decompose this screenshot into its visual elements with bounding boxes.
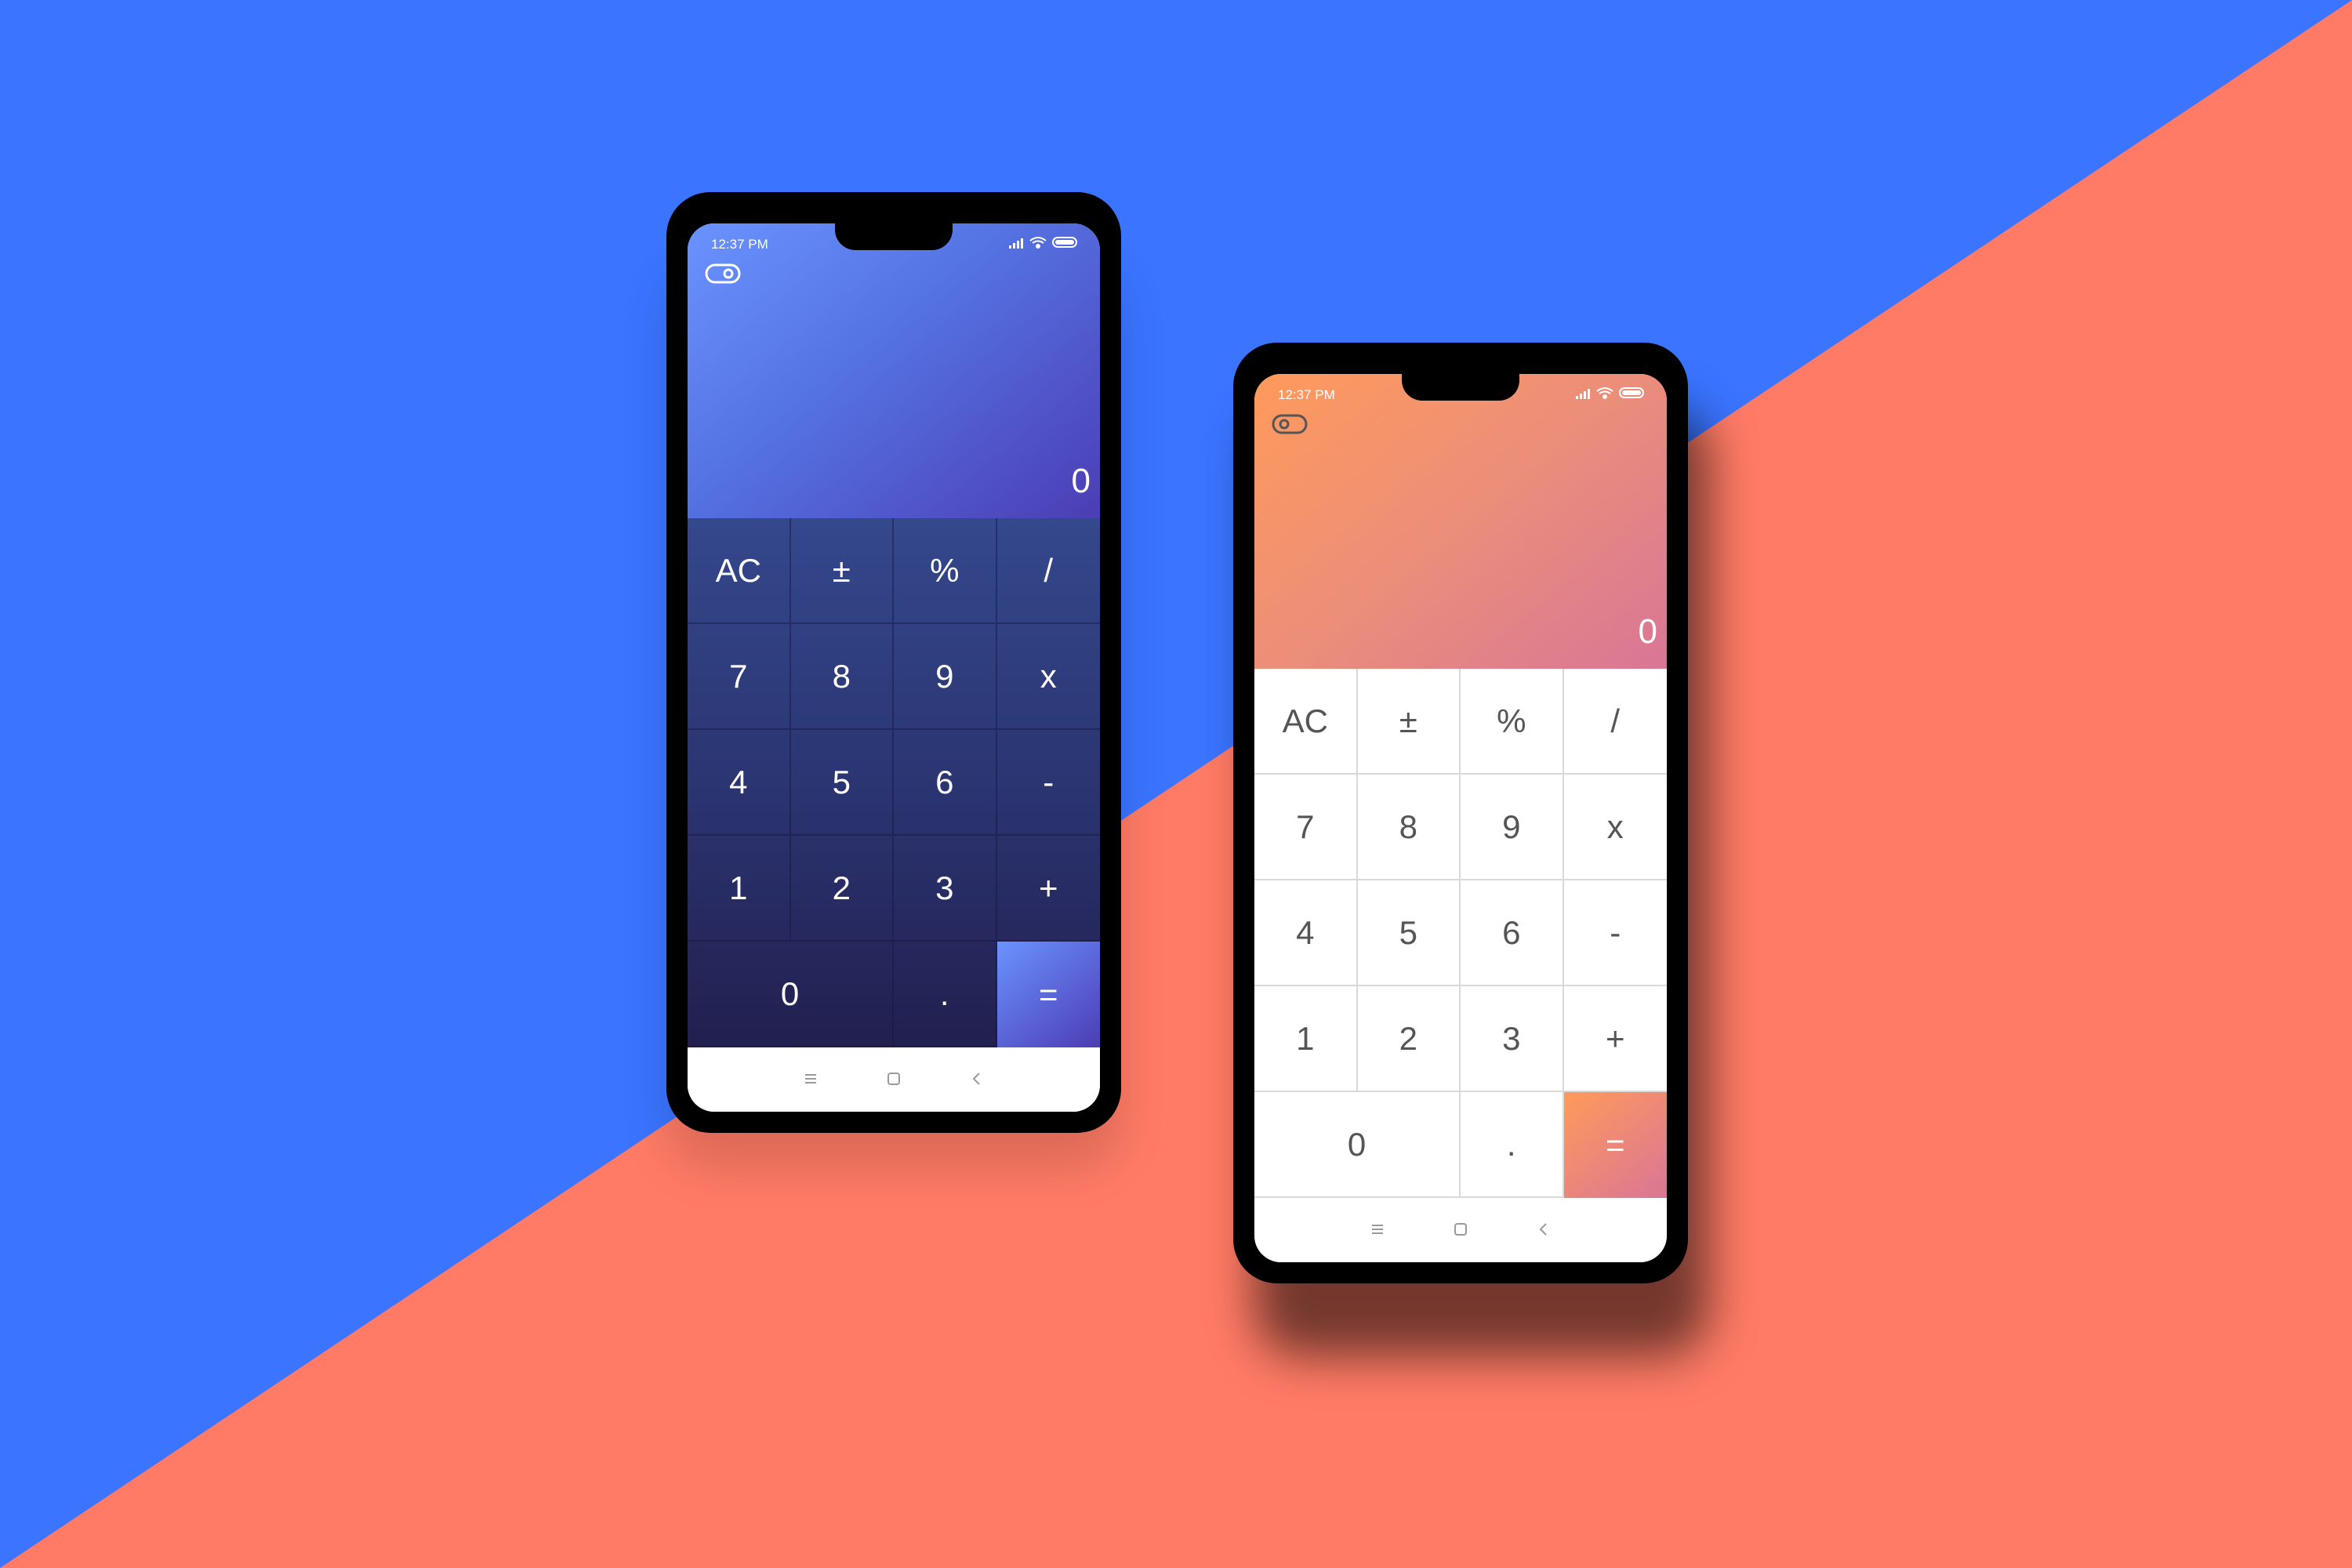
signal-icon <box>1009 238 1023 249</box>
background <box>0 0 2352 1568</box>
home-icon[interactable] <box>884 1069 904 1089</box>
key-0[interactable]: 0 <box>688 942 894 1047</box>
key-3[interactable]: 3 <box>894 836 997 942</box>
key-plus[interactable]: + <box>996 836 1100 942</box>
key-plus[interactable]: + <box>1563 986 1667 1092</box>
key-equals[interactable]: = <box>996 942 1100 1047</box>
key-percent[interactable]: % <box>894 518 997 624</box>
navigation-bar <box>688 1047 1100 1112</box>
notch <box>1402 374 1519 401</box>
home-icon[interactable] <box>1450 1219 1471 1240</box>
key-6[interactable]: 6 <box>894 730 997 836</box>
key-multiply[interactable]: x <box>1563 775 1667 880</box>
key-9[interactable]: 9 <box>1461 775 1564 880</box>
key-divide[interactable]: / <box>1563 669 1667 775</box>
menu-icon[interactable] <box>800 1069 821 1089</box>
key-1[interactable]: 1 <box>1254 986 1358 1092</box>
keypad: AC ± % / 7 8 9 x 4 5 6 - 1 2 3 + 0 . = <box>1254 669 1667 1198</box>
status-icons <box>1009 237 1077 249</box>
signal-icon <box>1576 389 1590 399</box>
navigation-bar <box>1254 1198 1667 1262</box>
key-8[interactable]: 8 <box>790 624 894 730</box>
key-4[interactable]: 4 <box>688 730 791 836</box>
key-6[interactable]: 6 <box>1461 880 1564 986</box>
key-clear[interactable]: AC <box>688 518 791 624</box>
status-icons <box>1576 387 1644 399</box>
phone-light: 12:37 PM 0 AC ± % / 7 8 9 x 4 5 6 - 1 2 … <box>1233 343 1688 1283</box>
key-minus[interactable]: - <box>1563 880 1667 986</box>
toggle-icon[interactable] <box>705 263 741 285</box>
key-7[interactable]: 7 <box>688 624 791 730</box>
key-3[interactable]: 3 <box>1461 986 1564 1092</box>
key-decimal[interactable]: . <box>1461 1092 1564 1198</box>
key-percent[interactable]: % <box>1461 669 1564 775</box>
key-decimal[interactable]: . <box>894 942 997 1047</box>
key-plus-minus[interactable]: ± <box>790 518 894 624</box>
battery-icon <box>1619 387 1644 398</box>
key-2[interactable]: 2 <box>790 836 894 942</box>
key-equals[interactable]: = <box>1563 1092 1667 1198</box>
keypad: AC ± % / 7 8 9 x 4 5 6 - 1 2 3 + 0 . = <box>688 518 1100 1047</box>
key-1[interactable]: 1 <box>688 836 791 942</box>
calculator-screen: 12:37 PM 0 AC ± % / 7 8 9 x 4 5 6 - 1 2 … <box>688 223 1100 1112</box>
calculator-screen: 12:37 PM 0 AC ± % / 7 8 9 x 4 5 6 - 1 2 … <box>1254 374 1667 1262</box>
wifi-icon <box>1029 237 1047 249</box>
status-time: 12:37 PM <box>1278 387 1335 402</box>
wifi-icon <box>1596 387 1613 399</box>
key-divide[interactable]: / <box>996 518 1100 624</box>
key-plus-minus[interactable]: ± <box>1357 669 1461 775</box>
key-2[interactable]: 2 <box>1357 986 1461 1092</box>
key-9[interactable]: 9 <box>894 624 997 730</box>
key-5[interactable]: 5 <box>1357 880 1461 986</box>
key-5[interactable]: 5 <box>790 730 894 836</box>
status-time: 12:37 PM <box>711 237 768 252</box>
display-panel: 12:37 PM 0 <box>1254 374 1667 669</box>
notch <box>835 223 953 250</box>
key-8[interactable]: 8 <box>1357 775 1461 880</box>
menu-icon[interactable] <box>1367 1219 1388 1240</box>
display-value: 0 <box>1638 612 1657 651</box>
key-minus[interactable]: - <box>996 730 1100 836</box>
toggle-icon[interactable] <box>1272 413 1308 435</box>
key-clear[interactable]: AC <box>1254 669 1358 775</box>
back-icon[interactable] <box>1534 1219 1554 1240</box>
key-0[interactable]: 0 <box>1254 1092 1461 1198</box>
key-multiply[interactable]: x <box>996 624 1100 730</box>
phone-dark: 12:37 PM 0 AC ± % / 7 8 9 x 4 5 6 - 1 2 … <box>666 192 1121 1133</box>
key-7[interactable]: 7 <box>1254 775 1358 880</box>
battery-icon <box>1052 237 1077 248</box>
display-panel: 12:37 PM 0 <box>688 223 1100 518</box>
display-value: 0 <box>1071 462 1091 500</box>
key-4[interactable]: 4 <box>1254 880 1358 986</box>
back-icon[interactable] <box>967 1069 987 1089</box>
